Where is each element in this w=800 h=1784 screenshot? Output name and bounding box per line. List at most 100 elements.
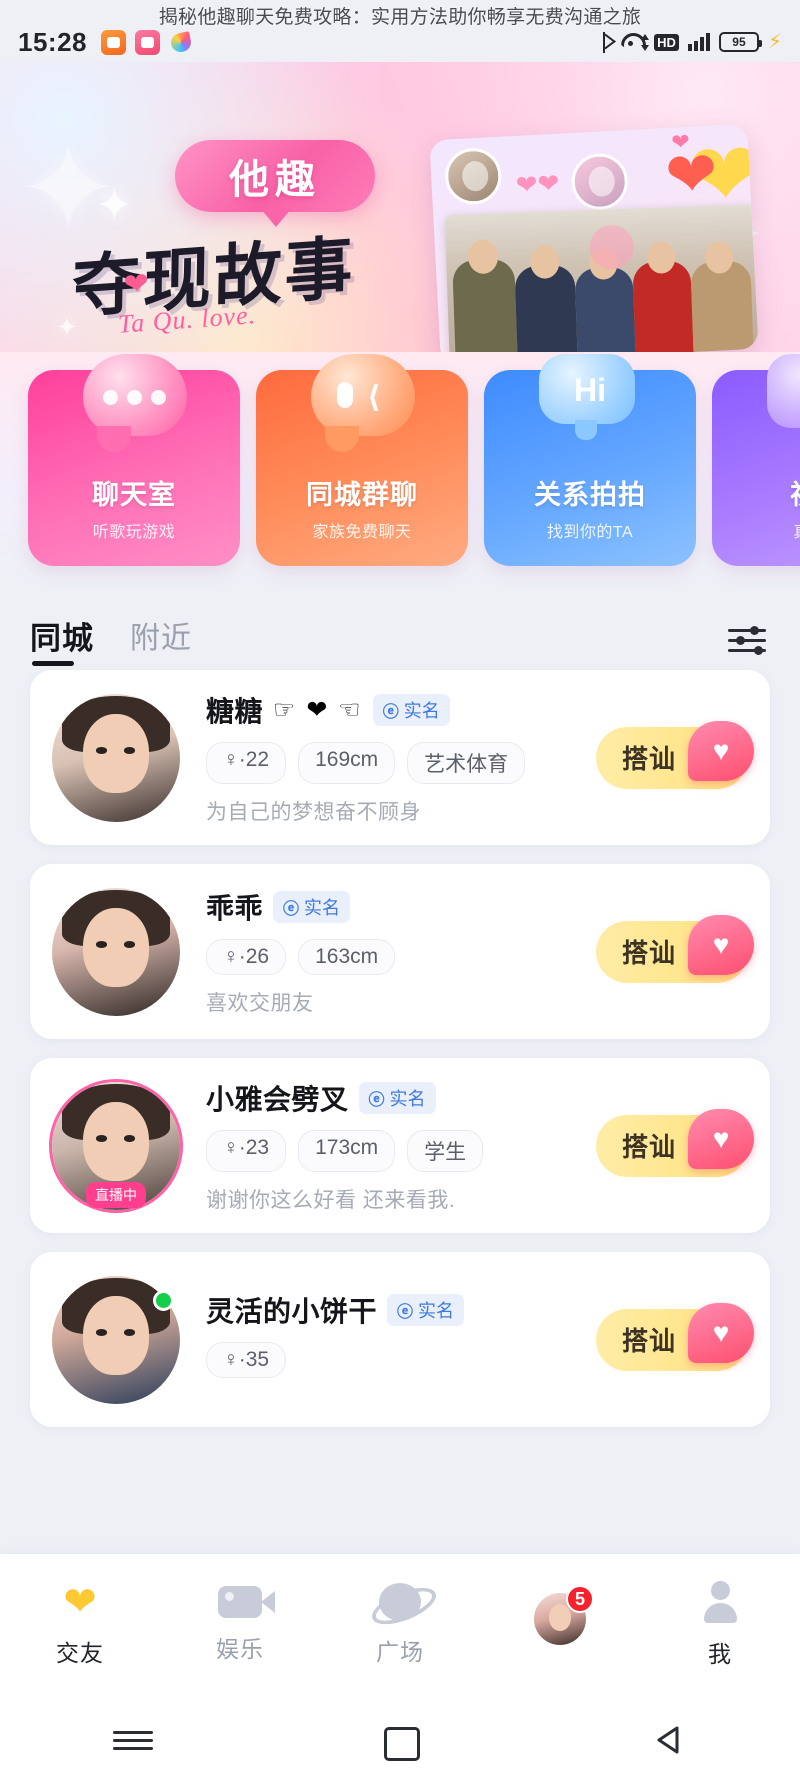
user-card[interactable]: 直播中 小雅会劈叉 ⓔ 实名 ♀·23 173cm 学生 谢谢你这么好看 还来看… — [30, 1058, 770, 1233]
nav-label: 我 — [708, 1641, 732, 1667]
feature-card-chatroom[interactable]: 聊天室 听歌玩游戏 — [28, 354, 240, 566]
user-name: 糖糖 — [206, 695, 264, 727]
tab-fujin[interactable]: 附近 — [130, 613, 192, 665]
heart-bubble-icon — [688, 720, 754, 781]
feature-card-video[interactable]: 视频 真人面 — [712, 354, 800, 566]
feature-card-subtitle: 真人面 — [793, 518, 800, 542]
tab-tongcheng[interactable]: 同城 — [30, 613, 94, 666]
verified-label: 实名 — [418, 1300, 455, 1321]
user-name: 乖乖 — [206, 892, 264, 924]
tag-age: ♀·23 — [206, 1129, 287, 1172]
tag-age: ♀·22 — [206, 741, 287, 784]
nav-item-friends[interactable]: ❤ 交友 — [0, 1582, 160, 1668]
banner-avatar — [570, 152, 630, 212]
nav-item-square[interactable]: 广场 — [320, 1583, 480, 1667]
user-card[interactable]: 乖乖 ⓔ 实名 ♀·26 163cm 喜欢交朋友 搭讪 — [30, 864, 770, 1039]
bluetooth-icon — [599, 31, 612, 53]
nav-item-entertainment[interactable]: 娱乐 — [160, 1586, 320, 1664]
avatar-wrapper[interactable] — [52, 887, 180, 1016]
notification-badge: 5 — [566, 1585, 594, 1613]
nav-label: 娱乐 — [216, 1636, 264, 1662]
status-badge: ⓔ 实名 — [273, 890, 351, 923]
hd-icon: HD — [654, 33, 679, 51]
banner-avatar — [443, 146, 503, 206]
charging-bolt-icon: ⚡ — [767, 31, 782, 53]
feature-card-subtitle: 找到你的TA — [546, 524, 634, 541]
chat-button[interactable]: 搭讪 — [596, 720, 754, 789]
wifi-icon — [621, 32, 650, 52]
user-name: 灵活的小饼干 — [206, 1295, 378, 1327]
status-badge: ⓔ 实名 — [387, 1293, 465, 1326]
group-chat-icon: ⟨ — [297, 352, 427, 458]
user-name: 小雅会劈叉 — [206, 1083, 349, 1115]
heart-icon: ❤ — [122, 266, 151, 303]
signal-icon — [687, 33, 710, 51]
message-avatar-icon: 5 — [534, 1585, 594, 1645]
verified-label: 实名 — [304, 897, 341, 918]
tag-height: 169cm — [298, 741, 396, 784]
chat-button-label: 搭讪 — [622, 744, 677, 774]
verified-icon: ⓔ — [283, 900, 300, 918]
user-card[interactable]: 灵活的小饼干 ⓔ 实名 ♀·35 搭讪 — [30, 1252, 770, 1427]
nav-label: 广场 — [376, 1639, 424, 1665]
avatar-wrapper[interactable] — [52, 693, 180, 822]
person-icon — [699, 1581, 741, 1623]
avatar-wrapper[interactable]: 直播中 — [52, 1081, 180, 1210]
user-bio: 喜欢交朋友 — [206, 991, 314, 1015]
app-screen: 15:28 HD 95 ⚡ ✦ ✦ ✦ ✦ — [0, 0, 800, 1784]
feature-card-subtitle: 听歌玩游戏 — [92, 524, 176, 541]
tag-category: 学生 — [407, 1129, 484, 1172]
feature-card-row[interactable]: 聊天室 听歌玩游戏 ⟨ 同城群聊 家族免费聊天 Hi 关系拍拍 找到你的TA — [0, 352, 800, 590]
menu-icon[interactable] — [103, 1718, 163, 1762]
app-icon-pink — [135, 29, 160, 55]
overlay-article-title: 揭秘他趣聊天免费攻略：实用方法助你畅享无费沟通之旅 — [158, 7, 642, 28]
chat-button[interactable]: 搭讪 — [596, 1302, 754, 1371]
status-bar-time: 15:28 — [18, 26, 87, 57]
bottom-navigation[interactable]: ❤ 交友 娱乐 广场 5 我 — [0, 1554, 800, 1696]
nav-item-messages[interactable]: 5 — [480, 1585, 640, 1657]
heart-bubble-icon — [688, 1108, 754, 1169]
chat-button[interactable]: 搭讪 — [596, 1108, 754, 1177]
tag-age: ♀·35 — [206, 1341, 287, 1378]
feature-card-title: 同城群聊 — [306, 480, 418, 510]
user-bio: 为自己的梦想奋不顾身 — [206, 800, 421, 824]
user-card[interactable]: 糖糖 ☞ ❤ ☜ ⓔ 实名 ♀·22 169cm 艺术体育 为自己的梦想奋不顾身 — [30, 670, 770, 845]
feature-card-relationship[interactable]: Hi 关系拍拍 找到你的TA — [484, 354, 696, 566]
avatar-wrapper[interactable] — [52, 1275, 180, 1404]
hero-banner[interactable]: ✦ ✦ ✦ ✦ 他趣 夺现故事 ❤ Ta Qu. love. ❤❤ ❤ ❤ ❤ — [0, 62, 800, 352]
avatar[interactable] — [52, 693, 180, 822]
phone-screenshot: 15:28 HD 95 ⚡ ✦ ✦ ✦ ✦ — [0, 0, 800, 1784]
verified-icon: ⓔ — [382, 703, 399, 721]
user-bio: 谢谢你这么好看 还来看我. — [206, 1188, 456, 1212]
brand-logo-bubble: 他趣 — [175, 140, 375, 227]
video-camera-icon — [218, 1586, 275, 1618]
online-status-dot — [153, 1289, 174, 1311]
verified-label: 实名 — [403, 700, 440, 721]
feature-card-city-group[interactable]: ⟨ 同城群聊 家族免费聊天 — [256, 354, 468, 566]
list-tabs[interactable]: 同城 附近 — [0, 608, 800, 670]
chat-button-label: 搭讪 — [622, 1326, 677, 1356]
battery-icon: 95 — [718, 32, 762, 52]
filter-sliders-icon[interactable] — [724, 616, 770, 662]
chat-button[interactable]: 搭讪 — [596, 914, 754, 983]
banner-photo-card: ❤❤ ❤ ❤ ❤ — [429, 123, 759, 352]
chat-bubble-icon — [69, 352, 199, 458]
feature-card-title: 聊天室 — [92, 480, 176, 510]
name-emoji: ☞ ❤ ☜ — [273, 695, 363, 724]
verified-icon: ⓔ — [397, 1303, 414, 1321]
user-list[interactable]: 糖糖 ☞ ❤ ☜ ⓔ 实名 ♀·22 169cm 艺术体育 为自己的梦想奋不顾身 — [0, 670, 800, 1550]
big-heart-icon: ❤ — [663, 139, 720, 212]
system-navigation-bar[interactable] — [0, 1696, 800, 1784]
back-icon[interactable] — [637, 1718, 697, 1762]
yellow-heart-icon: ❤ — [63, 1580, 97, 1624]
verified-label: 实名 — [389, 1088, 426, 1109]
avatar[interactable] — [52, 887, 180, 1016]
chat-button-label: 搭讪 — [622, 1132, 677, 1162]
home-icon[interactable] — [370, 1718, 430, 1762]
user-name-row: 糖糖 ☞ ❤ ☜ ⓔ 实名 — [206, 690, 748, 730]
sparkle-icon: ✦ — [96, 181, 133, 230]
heart-icon: ❤❤ — [514, 167, 561, 200]
tag-category: 艺术体育 — [407, 741, 526, 784]
nav-item-profile[interactable]: 我 — [640, 1581, 800, 1669]
brand-logo-text: 他趣 — [229, 158, 321, 202]
